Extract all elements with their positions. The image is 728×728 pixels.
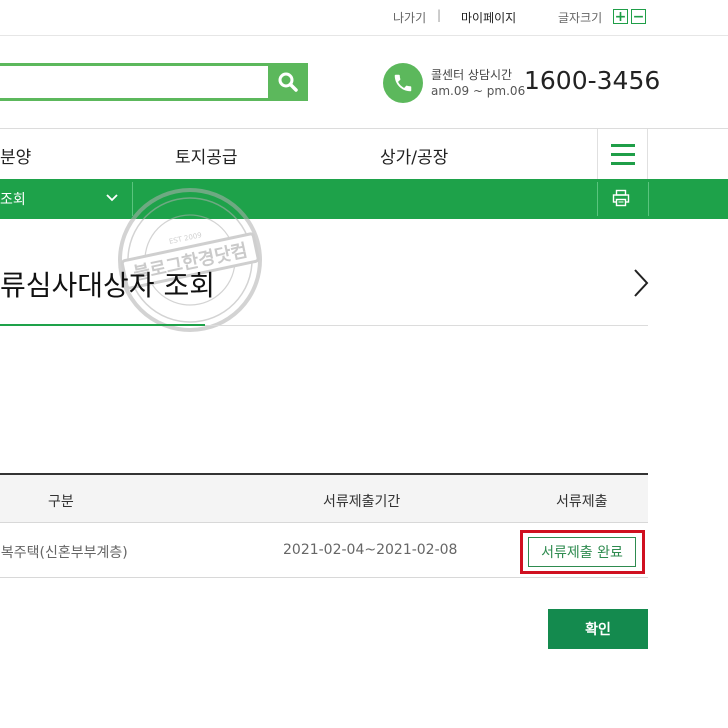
nav-item-land-supply[interactable]: 토지공급 xyxy=(175,143,238,168)
font-decrease-button[interactable]: − xyxy=(631,9,646,24)
nav-item-sale[interactable]: 분양 xyxy=(0,143,31,168)
menu-line xyxy=(610,152,635,156)
table-header-row: 구분 서류제출기간 서류제출 xyxy=(0,473,648,523)
nav-item-commercial-factory[interactable]: 상가/공장 xyxy=(380,143,448,168)
call-hours: am.09 ~ pm.06 xyxy=(431,84,526,98)
menu-line xyxy=(610,143,635,147)
exit-link[interactable]: 나가기 xyxy=(393,9,426,26)
page-title: 류심사대상자 조회 xyxy=(0,269,215,302)
font-size-label: 글자크기 xyxy=(558,11,603,25)
header-category: 구분 xyxy=(48,494,74,510)
call-center-label: 콜센터 상담시간 xyxy=(431,68,513,82)
utility-separator: | xyxy=(437,8,442,22)
mypage-link[interactable]: 마이페이지 xyxy=(461,9,516,26)
breadcrumb-current[interactable]: 조회 xyxy=(0,189,26,209)
hamburger-menu-button[interactable] xyxy=(597,129,648,179)
font-increase-button[interactable]: + xyxy=(613,9,628,24)
cell-period: 2021-02-04~2021-02-08 xyxy=(283,542,458,558)
print-divider xyxy=(648,182,649,216)
phone-number: 1600-3456 xyxy=(524,66,661,95)
title-accent-line xyxy=(0,324,205,326)
search-input[interactable] xyxy=(0,63,270,101)
confirm-button[interactable]: 확인 xyxy=(548,609,648,649)
printer-icon[interactable] xyxy=(612,189,630,207)
chevron-right-icon[interactable] xyxy=(630,266,652,300)
header-period: 서류제출기간 xyxy=(323,494,401,510)
document-submit-complete-button[interactable]: 서류제출 완료 xyxy=(528,537,636,567)
search-button[interactable] xyxy=(268,63,308,101)
phone-icon xyxy=(383,63,423,103)
watermark-stamp: 블로그한경닷컴 EST 2009 xyxy=(118,188,262,332)
menu-line xyxy=(610,161,635,165)
search-icon xyxy=(278,72,298,92)
header-submit: 서류제출 xyxy=(556,494,608,510)
cell-category: 행복주택(신혼부부계층) xyxy=(0,545,128,561)
print-divider xyxy=(597,182,598,216)
